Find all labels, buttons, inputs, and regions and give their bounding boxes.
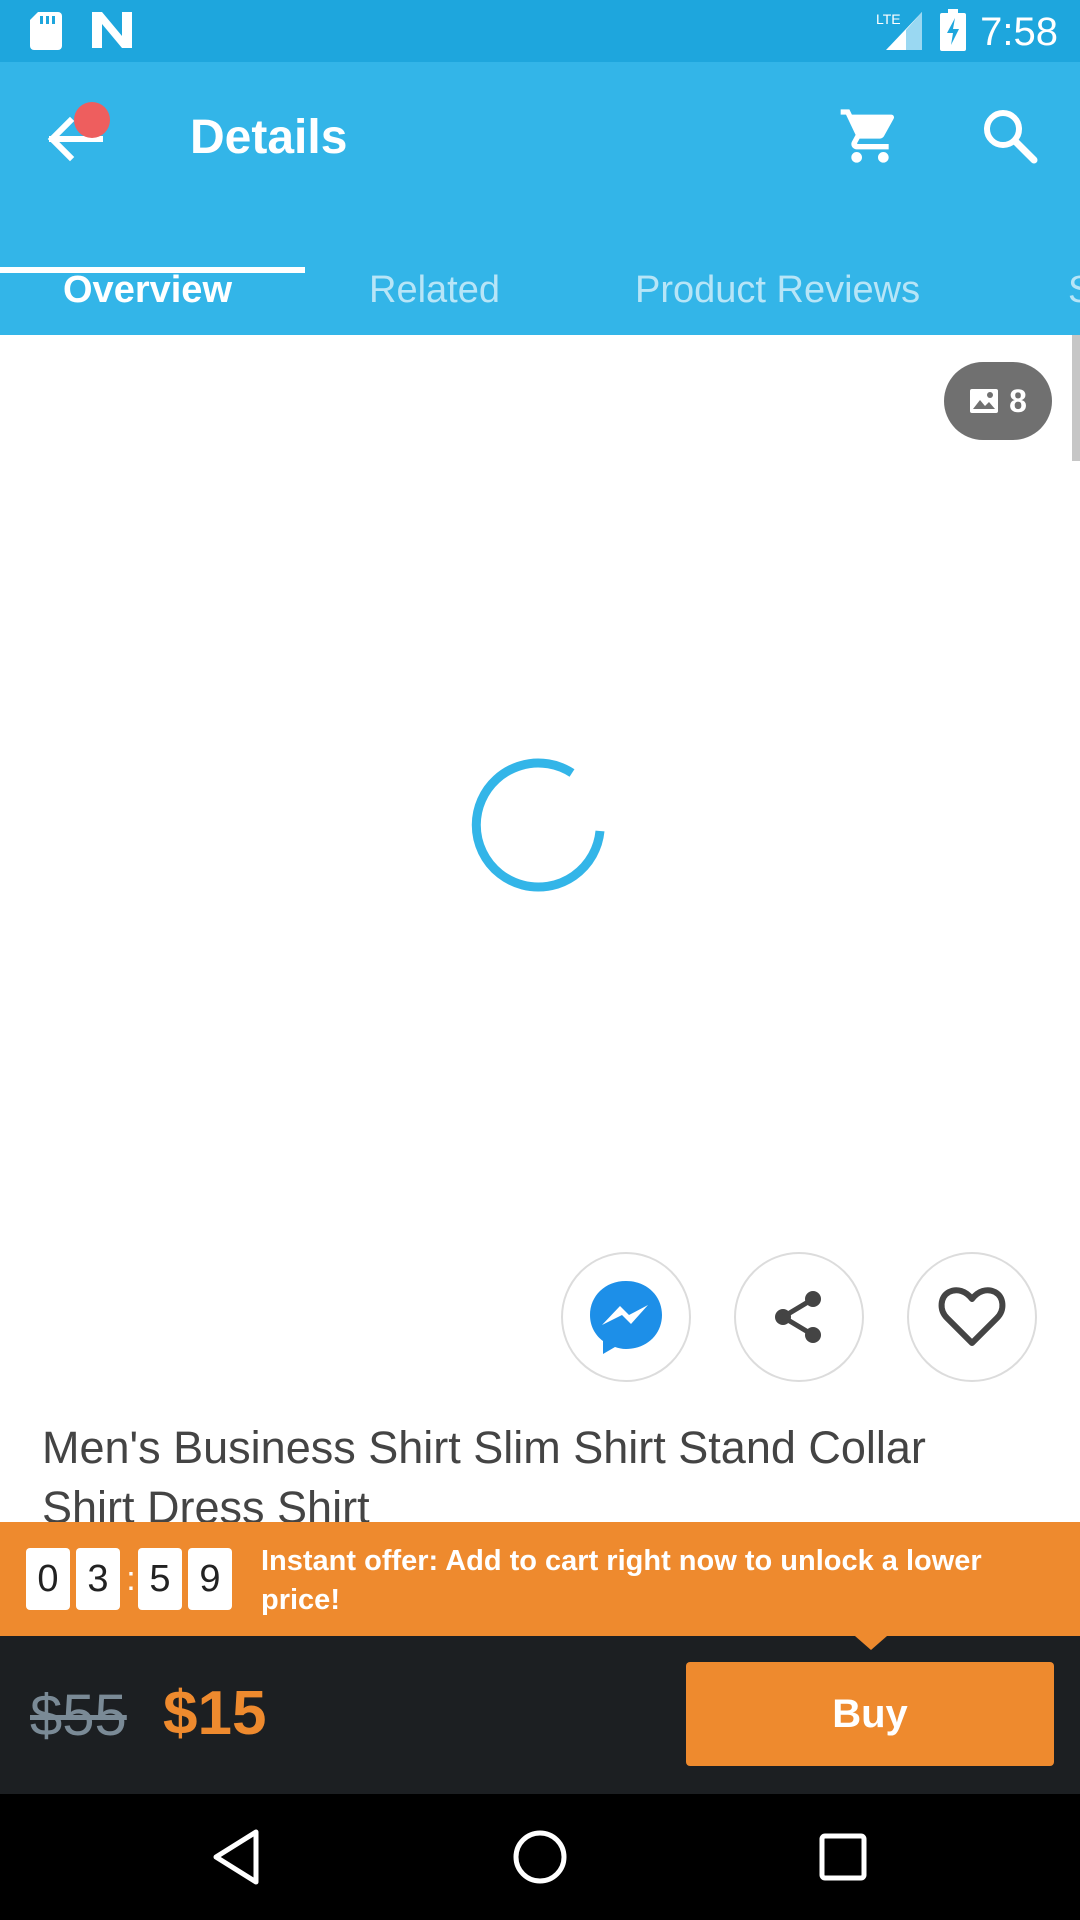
status-bar: LTE 7:58 <box>0 0 1080 62</box>
tab-product-reviews[interactable]: Product Reviews <box>635 245 920 335</box>
timer-digit: 3 <box>76 1548 120 1610</box>
image-icon <box>970 389 999 413</box>
notification-n-icon <box>92 12 132 55</box>
svg-text:LTE: LTE <box>876 11 901 27</box>
nav-home-icon[interactable] <box>507 1824 573 1890</box>
lte-signal-icon: LTE <box>874 8 926 57</box>
tab-indicator <box>0 267 305 273</box>
tab-more[interactable]: S <box>1068 245 1080 335</box>
timer-digit: 0 <box>26 1548 70 1610</box>
timer-digit: 9 <box>188 1548 232 1610</box>
original-price: $55 <box>30 1683 127 1748</box>
share-icon <box>775 1291 821 1343</box>
countdown-timer: 0 3 : 5 9 <box>26 1548 238 1610</box>
timer-digit: 5 <box>138 1548 182 1610</box>
search-button[interactable] <box>978 104 1040 166</box>
app-bar: Details Overview Related Product Reviews… <box>0 62 1080 335</box>
heart-icon <box>938 1287 1006 1346</box>
notification-dot <box>74 102 110 138</box>
product-details-screen: LTE 7:58 Details Overview Related Produc… <box>0 0 1080 1920</box>
loading-spinner <box>471 758 605 892</box>
tab-related[interactable]: Related <box>369 245 500 335</box>
cart-button[interactable] <box>838 104 902 168</box>
system-nav-bar <box>0 1794 1080 1920</box>
tab-bar: Overview Related Product Reviews S <box>0 245 1080 335</box>
wishlist-button[interactable] <box>907 1252 1037 1382</box>
battery-charging-icon <box>940 9 967 56</box>
cart-icon <box>840 109 895 163</box>
sale-price: $15 <box>163 1679 267 1748</box>
scrollbar[interactable] <box>1072 335 1080 461</box>
status-time: 7:58 <box>980 10 1058 54</box>
offer-pointer <box>855 1636 887 1650</box>
product-title: Men's Business Shirt Slim Shirt Stand Co… <box>42 1422 926 1533</box>
timer-separator: : <box>126 1559 136 1598</box>
photo-count-badge[interactable]: 8 <box>944 362 1052 440</box>
buy-button[interactable]: Buy <box>686 1662 1054 1766</box>
search-icon <box>984 110 1038 164</box>
page-title: Details <box>190 111 348 164</box>
instant-offer-banner[interactable]: 0 3 : 5 9 Instant offer: Add to cart rig… <box>0 1522 1080 1636</box>
tab-overview[interactable]: Overview <box>63 245 232 335</box>
offer-text: Instant offer: Add to cart right now to … <box>261 1545 982 1616</box>
nav-back-icon[interactable] <box>204 1824 270 1890</box>
buy-bar: $55 $15 Buy <box>0 1636 1080 1794</box>
messenger-icon <box>590 1281 662 1354</box>
share-button[interactable] <box>734 1252 864 1382</box>
nav-recents-icon[interactable] <box>810 1824 876 1890</box>
sd-card-icon <box>30 12 62 55</box>
photo-count: 8 <box>1009 382 1027 419</box>
messenger-share-button[interactable] <box>561 1252 691 1382</box>
